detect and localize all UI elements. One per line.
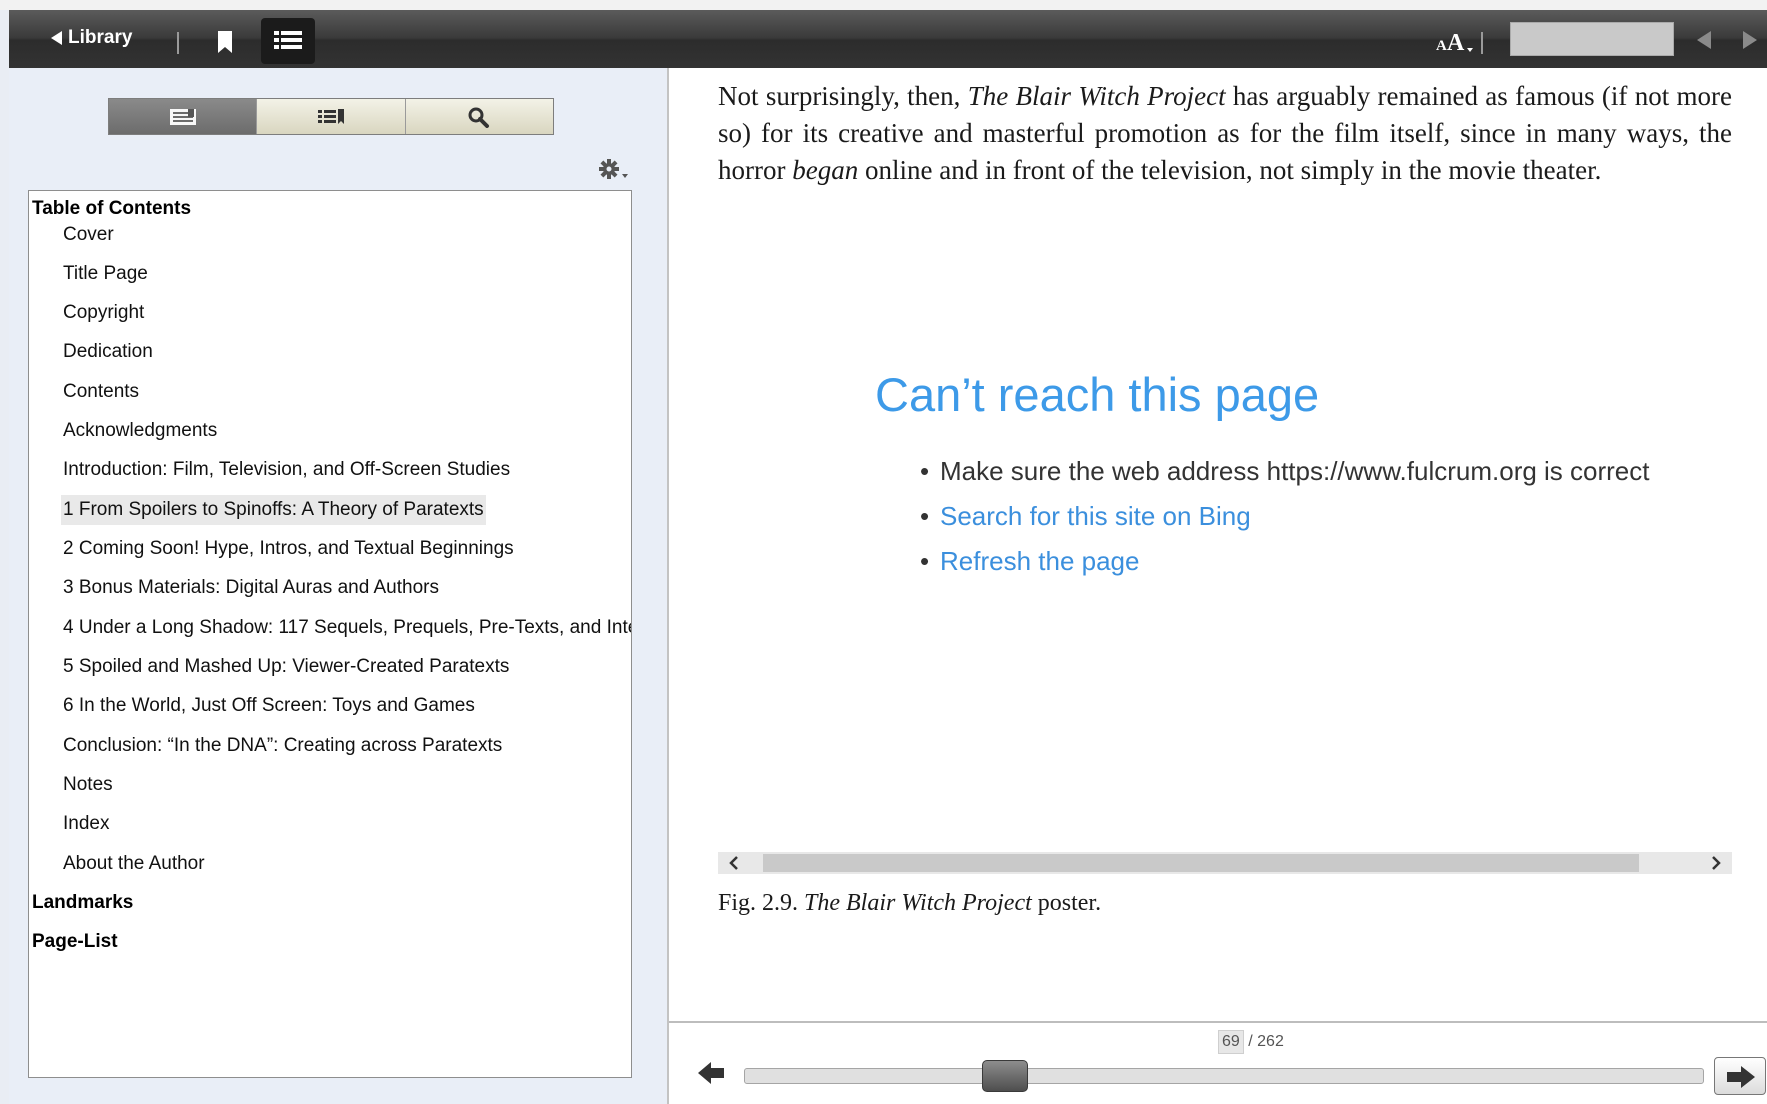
toc-item-chapter-1[interactable]: 1 From Spoilers to Spinoffs: A Theory of… [61, 495, 486, 525]
sidebar-tab-group [108, 98, 554, 135]
toc-item-chapter-5[interactable]: 5 Spoiled and Mashed Up: Viewer-Created … [61, 652, 511, 682]
toc-item-cover[interactable]: Cover [61, 220, 116, 250]
toc-item-dedication[interactable]: Dedication [61, 337, 155, 367]
library-button[interactable]: Library [51, 24, 132, 52]
search-tab-icon [468, 107, 490, 128]
prev-page-button[interactable] [1693, 28, 1715, 52]
body-text-emphasis: began [792, 155, 859, 185]
figure-caption: Fig. 2.9. The Blair Witch Project poster… [718, 890, 1101, 917]
toc-page-list[interactable]: Page-List [32, 931, 118, 953]
body-text-title-italic: The Blair Witch Project [967, 81, 1226, 111]
body-text-segment: online and in front of the television, n… [858, 155, 1602, 185]
body-text-segment: Not surprisingly, then, [718, 81, 968, 111]
toc-panel: Table of Contents Cover Title Page Copyr… [28, 190, 632, 1078]
font-size-icon: A A [1436, 30, 1473, 56]
tab-table-of-contents[interactable] [109, 99, 258, 134]
scroll-left-icon[interactable] [726, 854, 744, 872]
page-jump-field[interactable] [1510, 22, 1674, 56]
bullet: • [920, 501, 930, 531]
error-list-item: • Make sure the web address https://www.… [920, 456, 1650, 501]
back-arrow-icon [698, 1062, 724, 1084]
error-hint-text: Make sure the web address https://www.fu… [940, 456, 1650, 486]
caption-label: Fig. 2.9. [718, 890, 805, 916]
toc-item-copyright[interactable]: Copyright [61, 298, 146, 328]
next-page-icon [1743, 31, 1757, 49]
footer-divider [669, 1021, 1767, 1023]
top-toolbar: Library A A [9, 10, 1767, 68]
toc-item-chapter-3[interactable]: 3 Bonus Materials: Digital Auras and Aut… [61, 573, 441, 603]
history-back-button[interactable] [696, 1058, 726, 1088]
back-triangle-icon [51, 31, 62, 45]
page-slider-thumb[interactable] [981, 1060, 1028, 1092]
toc-item-chapter-4[interactable]: 4 Under a Long Shadow: 117 Sequels, Preq… [61, 613, 631, 643]
toc-list-icon [274, 31, 302, 49]
embed-error-title: Can’t reach this page [875, 368, 1320, 421]
svg-text:A: A [1447, 30, 1465, 56]
next-page-button[interactable] [1739, 28, 1761, 52]
caption-tail: poster. [1031, 890, 1102, 916]
svg-text:A: A [1436, 38, 1447, 54]
history-forward-button[interactable] [1714, 1057, 1766, 1095]
window-left-edge [0, 10, 9, 1104]
toc-item-index[interactable]: Index [61, 809, 111, 839]
toc-item-chapter-2[interactable]: 2 Coming Soon! Hype, Intros, and Textual… [61, 534, 516, 564]
refresh-page-link[interactable]: Refresh the page [940, 546, 1139, 576]
window-top-strip [0, 0, 1767, 10]
font-size-button[interactable]: A A [1433, 28, 1479, 58]
sidebar-divider [667, 68, 669, 1104]
embed-horizontal-scrollbar[interactable] [718, 852, 1732, 874]
toc-item-introduction[interactable]: Introduction: Film, Television, and Off-… [61, 455, 512, 485]
toolbar-separator [177, 32, 179, 54]
library-label: Library [68, 27, 133, 48]
toc-item-notes[interactable]: Notes [61, 770, 115, 800]
toc-item-contents[interactable]: Contents [61, 377, 141, 407]
bookmarks-tab-icon [317, 108, 344, 124]
toolbar-separator [1481, 32, 1483, 54]
bookmark-icon [218, 31, 232, 53]
toc-item-acknowledgments[interactable]: Acknowledgments [61, 416, 219, 446]
error-list-item: • Refresh the page [920, 546, 1650, 591]
toc-item-title-page[interactable]: Title Page [61, 259, 150, 289]
embed-error-list: • Make sure the web address https://www.… [920, 456, 1650, 591]
scrollbar-thumb[interactable] [763, 854, 1639, 872]
page-progress-slider[interactable] [744, 1068, 1704, 1084]
settings-menu-button[interactable] [596, 156, 632, 184]
prev-page-icon [1697, 31, 1711, 49]
bookmark-button[interactable] [211, 28, 239, 56]
toc-landmarks[interactable]: Landmarks [32, 892, 133, 914]
error-list-item: • Search for this site on Bing [920, 501, 1650, 546]
tab-search[interactable] [405, 99, 553, 134]
toc-tab-icon [169, 108, 196, 125]
bullet: • [920, 546, 930, 576]
toc-item-conclusion[interactable]: Conclusion: “In the DNA”: Creating acros… [61, 731, 504, 761]
toc-item-about-author[interactable]: About the Author [61, 849, 207, 879]
ebook-reader-window: Library A A Table of Contents Cover Titl… [0, 0, 1767, 1104]
search-bing-link[interactable]: Search for this site on Bing [940, 501, 1251, 531]
toc-toggle-button[interactable] [261, 18, 315, 64]
tab-bookmarks[interactable] [257, 99, 406, 134]
toc-item-chapter-6[interactable]: 6 In the World, Just Off Screen: Toys an… [61, 691, 477, 721]
total-pages: / 262 [1248, 1033, 1284, 1050]
page-indicator: 69 / 262 [1218, 1030, 1284, 1054]
caption-title-italic: The Blair Witch Project [804, 890, 1032, 916]
forward-arrow-icon [1727, 1066, 1755, 1088]
bullet: • [920, 456, 930, 486]
current-page-number[interactable]: 69 [1218, 1030, 1244, 1054]
scroll-right-icon[interactable] [1706, 854, 1724, 872]
gear-icon [599, 159, 628, 179]
body-paragraph: Not surprisingly, then, The Blair Witch … [718, 78, 1732, 189]
toc-heading[interactable]: Table of Contents [32, 198, 191, 220]
